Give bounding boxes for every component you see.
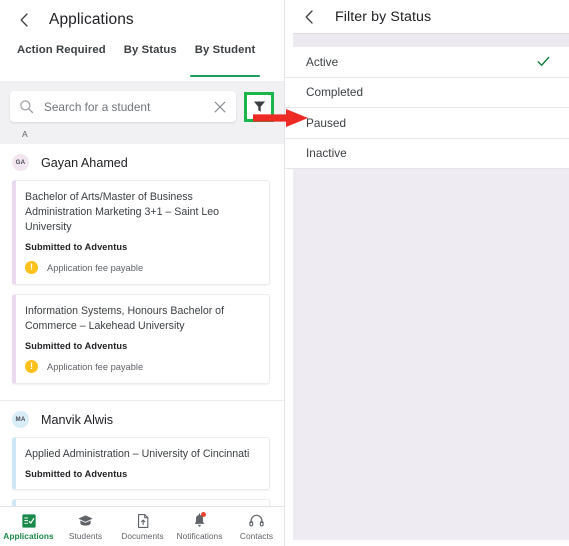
warning-icon: ! xyxy=(25,360,38,374)
document-upload-icon xyxy=(135,512,151,529)
headset-icon xyxy=(248,512,265,529)
page-title: Applications xyxy=(49,11,134,28)
notification-badge xyxy=(201,512,206,517)
avatar: GA xyxy=(12,154,29,171)
checklist-icon xyxy=(21,512,37,529)
status-option-inactive[interactable]: Inactive xyxy=(285,139,569,169)
nav-item-contacts[interactable]: Contacts xyxy=(228,512,284,541)
status-option-list: Active Completed Paused Inactive xyxy=(285,47,569,169)
applications-panel: Applications Action Required By Status B… xyxy=(0,0,285,546)
application-flag-label: Application fee payable xyxy=(47,262,144,273)
tab-action-required[interactable]: Action Required xyxy=(8,40,115,72)
student-name: Manvik Alwis xyxy=(41,412,114,427)
application-status: Submitted to Adventus xyxy=(25,469,128,480)
chevron-left-icon[interactable] xyxy=(299,7,319,27)
application-flag: ! Application fee payable xyxy=(25,360,258,374)
filter-panel-empty-area xyxy=(293,169,569,540)
app-screen: Applications Action Required By Status B… xyxy=(0,0,569,546)
status-option-completed[interactable]: Completed xyxy=(285,78,569,108)
warning-icon: ! xyxy=(25,261,38,275)
status-option-label: Inactive xyxy=(306,146,347,161)
nav-label: Contacts xyxy=(239,531,274,541)
search-box[interactable] xyxy=(10,91,236,122)
filter-panel-title: Filter by Status xyxy=(335,8,432,25)
application-card[interactable]: Applied Administration – University of C… xyxy=(12,437,270,491)
application-flag: ! Application fee payable xyxy=(25,261,258,275)
nav-item-applications[interactable]: Applications xyxy=(0,512,57,541)
student-header[interactable]: MA Manvik Alwis xyxy=(0,401,284,437)
tab-by-student[interactable]: By Student xyxy=(186,40,265,77)
search-input[interactable] xyxy=(34,99,213,114)
nav-item-students[interactable]: Students xyxy=(57,512,114,541)
application-flag-label: Application fee payable xyxy=(47,361,144,372)
filter-button[interactable] xyxy=(244,91,274,122)
nav-label: Students xyxy=(68,531,103,541)
check-icon xyxy=(536,54,551,69)
tab-by-status[interactable]: By Status xyxy=(115,40,186,72)
student-list[interactable]: GA Gayan Ahamed Bachelor of Arts/Master … xyxy=(0,144,284,529)
bottom-navigation: Applications Students Documents Notifica… xyxy=(0,506,284,546)
nav-label: Documents xyxy=(121,531,164,541)
tab-label: By Student xyxy=(194,44,256,56)
application-card[interactable]: Information Systems, Honours Bachelor of… xyxy=(12,294,270,385)
status-option-paused[interactable]: Paused xyxy=(285,108,569,139)
graduation-cap-icon xyxy=(77,512,94,529)
application-card[interactable]: Bachelor of Arts/Master of Business Admi… xyxy=(12,180,270,286)
student-name: Gayan Ahamed xyxy=(41,155,128,170)
applications-header: Applications xyxy=(0,0,284,40)
avatar: MA xyxy=(12,411,29,429)
tab-label: By Status xyxy=(123,44,177,56)
application-title: Bachelor of Arts/Master of Business Admi… xyxy=(25,191,220,234)
filter-funnel-icon xyxy=(253,100,266,113)
student-group: GA Gayan Ahamed Bachelor of Arts/Master … xyxy=(0,144,284,397)
tab-bar: Action Required By Status By Student xyxy=(0,40,284,77)
application-status: Submitted to Adventus xyxy=(25,242,128,253)
status-option-label: Completed xyxy=(306,85,364,100)
search-icon xyxy=(19,99,34,114)
status-option-label: Paused xyxy=(306,115,347,130)
nav-item-notifications[interactable]: Notifications xyxy=(171,512,228,541)
application-title: Applied Administration – University of C… xyxy=(25,448,250,461)
panel-separator xyxy=(293,33,569,47)
filter-panel: Filter by Status Active Completed Paused… xyxy=(285,0,569,546)
alphabet-section-header: A xyxy=(22,129,28,139)
nav-item-documents[interactable]: Documents xyxy=(114,512,171,541)
nav-label: Notifications xyxy=(176,531,223,541)
application-title: Information Systems, Honours Bachelor of… xyxy=(25,305,225,333)
close-icon[interactable] xyxy=(213,100,227,114)
tab-label: Action Required xyxy=(17,44,106,56)
status-option-label: Active xyxy=(306,54,339,69)
nav-label: Applications xyxy=(3,531,54,541)
application-status: Submitted to Adventus xyxy=(25,341,128,352)
search-area: A xyxy=(0,81,284,144)
filter-panel-header: Filter by Status xyxy=(285,0,569,33)
chevron-left-icon[interactable] xyxy=(14,10,34,30)
student-header[interactable]: GA Gayan Ahamed xyxy=(0,144,284,180)
status-option-active[interactable]: Active xyxy=(285,47,569,78)
search-row xyxy=(10,91,274,122)
bell-icon xyxy=(192,512,207,529)
